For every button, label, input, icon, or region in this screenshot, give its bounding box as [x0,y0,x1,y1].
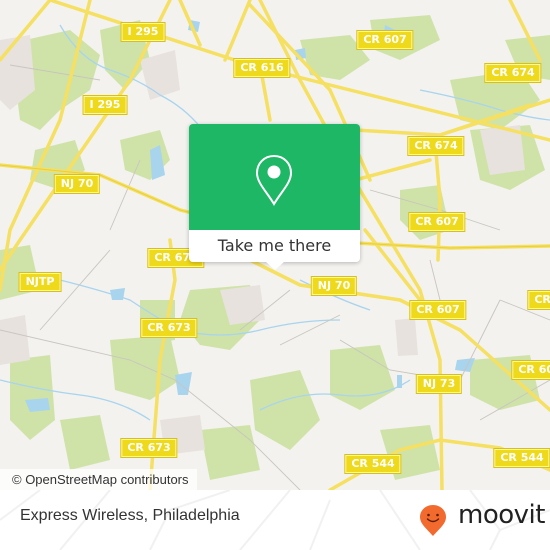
moovit-smiley-pin-icon [420,505,446,536]
road-label-cr674: CR 674 [408,137,464,155]
road-label-nj70: NJ 70 [311,277,357,295]
road-label-nj73: NJ 73 [416,375,462,393]
road-label-cr607: CR 607 [409,213,465,231]
footer-bar: Express Wireless, Philadelphia moovit [0,490,550,550]
road-label-cr607: CR 607 [357,31,413,49]
road-label-cr607-edge: CR 607 [528,291,550,309]
take-me-there-popup[interactable]: Take me there [189,124,360,270]
take-me-there-button[interactable]: Take me there [189,230,360,262]
road-label-cr616: CR 616 [234,59,290,77]
road-label-cr673: CR 673 [121,439,177,457]
popup-pointer [265,261,285,270]
road-label-njtp: NJTP [19,273,61,291]
moovit-wordmark: moovit [458,500,545,530]
road-label-cr544: CR 544 [345,455,401,473]
popup-header[interactable] [189,124,360,230]
place-name: Express Wireless, Philadelphia [20,507,240,524]
road-label-nj70: NJ 70 [54,175,100,193]
road-label-cr607-right: CR 607 [512,361,550,379]
road-label-i295: I 295 [121,23,165,41]
map-attribution[interactable]: © OpenStreetMap contributors [0,469,197,490]
road-label-cr673: CR 673 [141,319,197,337]
road-label-i295: I 295 [83,96,127,114]
map-view[interactable]: I 295 I 295 CR 616 CR 607 CR 674 CR 674 … [0,0,550,490]
road-label-cr674: CR 674 [485,64,541,82]
road-label-cr607: CR 607 [410,301,466,319]
road-label-cr544: CR 544 [494,449,550,467]
